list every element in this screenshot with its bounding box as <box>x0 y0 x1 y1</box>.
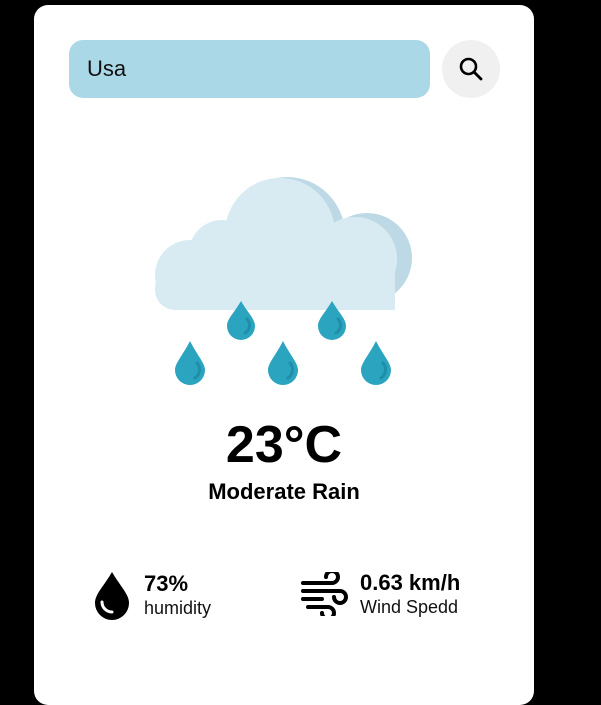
wind-speed-label: Wind Spedd <box>360 597 459 617</box>
wind-stat: 0.63 km/h Wind Spedd <box>300 570 460 618</box>
water-drop-icon <box>92 570 132 620</box>
weather-condition: Moderate Rain <box>208 479 360 504</box>
wind-icon <box>300 572 348 616</box>
humidity-stat: 73% humidity <box>92 570 211 620</box>
humidity-label: humidity <box>144 598 212 618</box>
search-input[interactable] <box>69 40 430 98</box>
rain-cloud-icon <box>152 173 414 385</box>
humidity-value: 73% <box>144 571 189 596</box>
temperature: 23°C <box>225 416 343 474</box>
search-icon <box>458 56 484 82</box>
weather-card: 23°C Moderate Rain 73% humidity 0.63 km/… <box>34 5 534 705</box>
wind-speed-value: 0.63 km/h <box>360 570 461 595</box>
search-button[interactable] <box>442 40 500 98</box>
